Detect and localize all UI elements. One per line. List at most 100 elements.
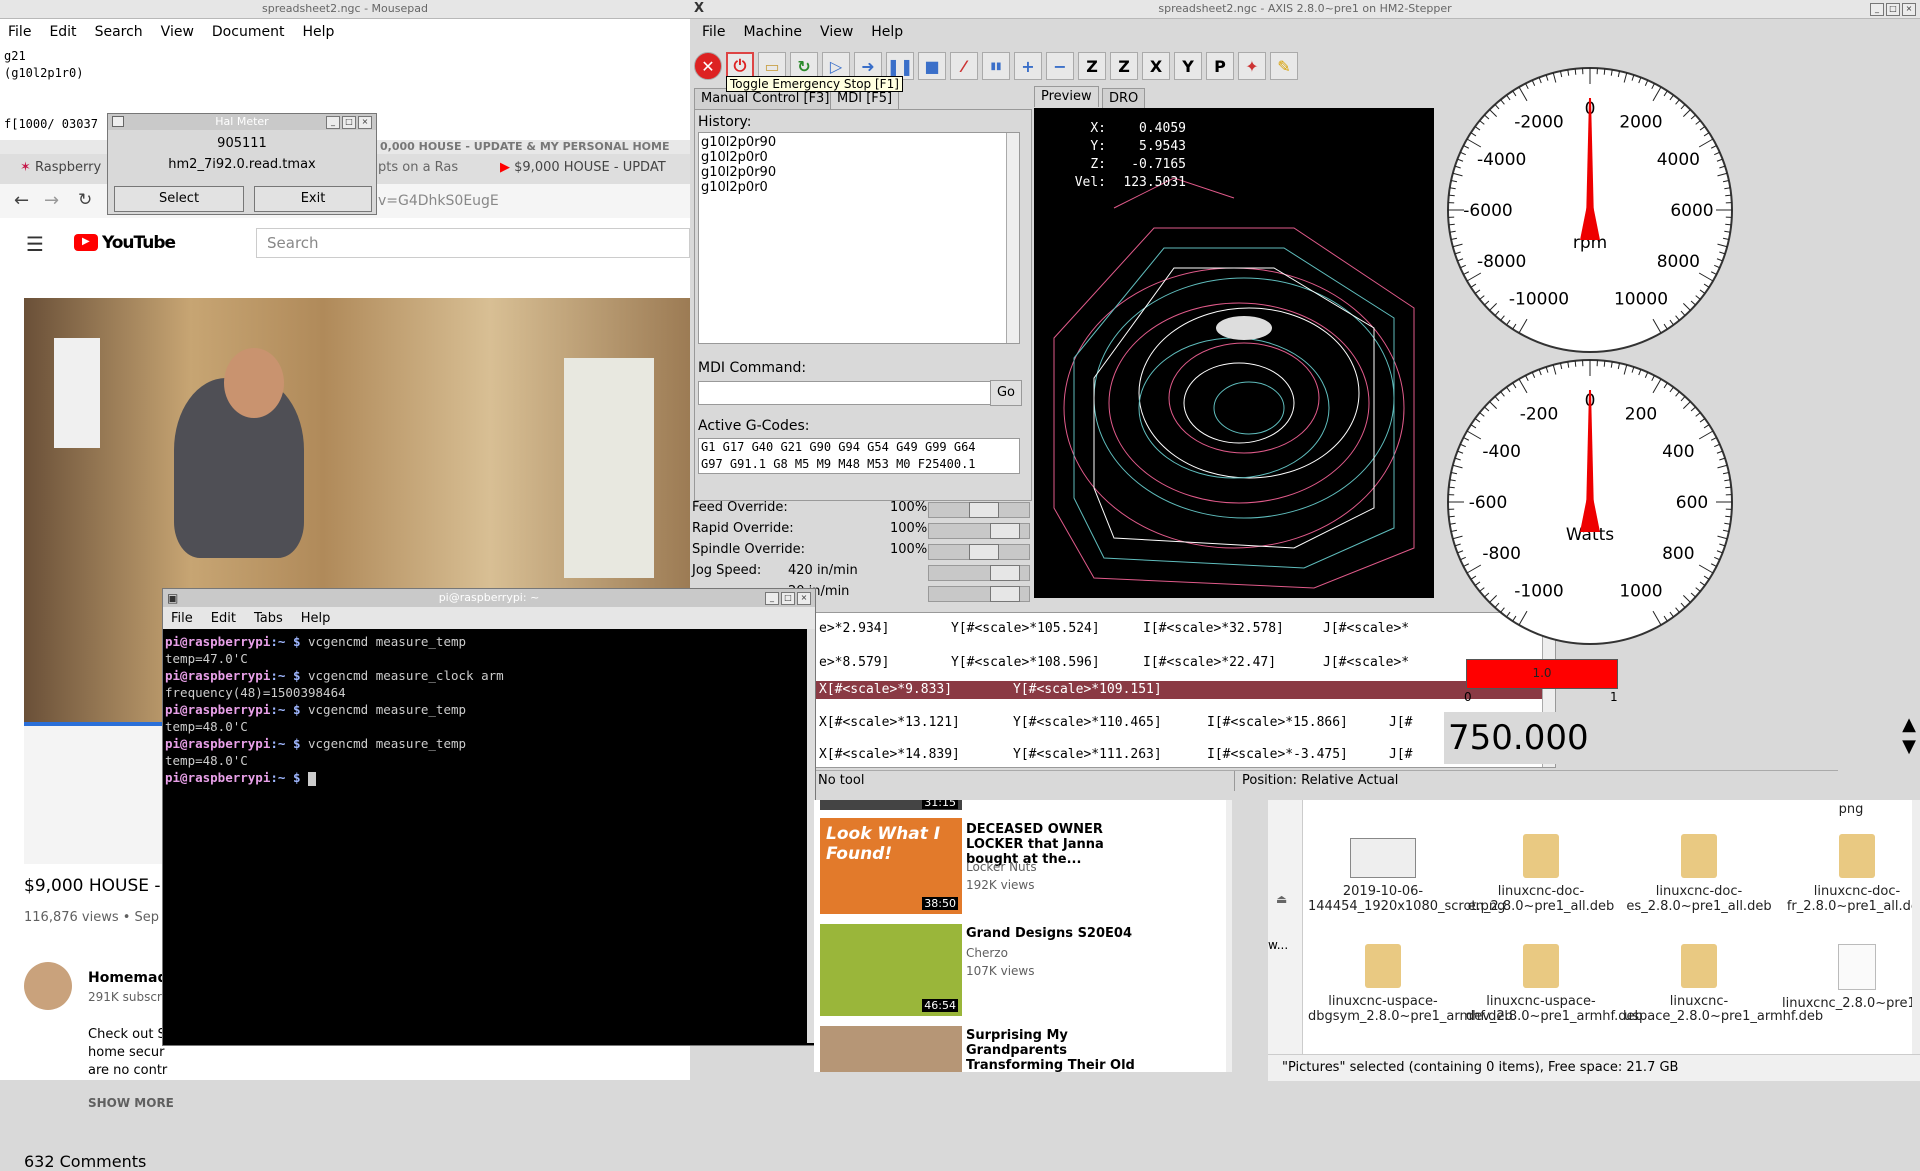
optional-stop-icon[interactable]: ▮▮ [982,52,1010,80]
file-item[interactable]: linuxcnc-doc-es_2.8.0~pre1_all.deb [1624,834,1774,914]
spindle-override-slider[interactable] [928,544,1030,560]
maximize-icon[interactable]: □ [342,116,356,129]
gcode-row[interactable]: X[#<scale>*13.121] Y[#<scale>*110.465] I… [815,709,1545,737]
file-item[interactable]: linuxcnc-uspace-dev_2.8.0~pre1_armhf.deb [1466,944,1616,1024]
close-icon[interactable]: × [797,592,811,605]
close-icon[interactable]: × [1902,3,1916,16]
menu-help[interactable]: Help [871,24,903,40]
forward-icon[interactable]: → [44,190,59,211]
rotate-icon[interactable]: ✦ [1238,52,1266,80]
estop-icon[interactable]: ✕ [694,52,722,80]
close-icon[interactable]: × [358,116,372,129]
history-scrollbar[interactable] [1006,133,1019,343]
slider-knob[interactable] [969,502,999,518]
tab-dro[interactable]: DRO [1102,88,1145,109]
menu-view[interactable]: View [820,24,853,40]
spin-down-icon[interactable]: ▼ [1902,736,1916,757]
list-item[interactable]: g10l2p0r0 [701,180,1017,195]
youtube-brand[interactable]: YouTube [102,233,175,253]
file-item[interactable]: linuxcnc-doc-en_2.8.0~pre1_all.deb [1466,834,1616,914]
stop-icon[interactable]: ■ [918,52,946,80]
show-more-button[interactable]: SHOW MORE [88,1096,174,1110]
axis-titlebar[interactable]: X spreadsheet2.ngc - AXIS 2.8.0~pre1 on … [690,0,1920,19]
menu-edit[interactable]: Edit [211,611,236,626]
block-delete-icon[interactable]: ⁄ [950,52,978,80]
menu-file[interactable]: File [702,24,725,40]
related-thumb[interactable] [820,1026,962,1072]
view-y-icon[interactable]: Y [1174,52,1202,80]
file-item[interactable]: linuxcnc-doc-fr_2.8.0~pre1_all.deb [1782,834,1920,914]
file-item[interactable]: linuxcnc-uspace_2.8.0~pre1_armhf.deb [1624,944,1774,1024]
menu-file[interactable]: File [171,611,193,626]
related-title[interactable]: Grand Designs S20E04 [966,926,1132,941]
eject-icon[interactable]: ⏏ [1276,892,1287,906]
gcode-row-current[interactable]: X[#<scale>*9.833] Y[#<scale>*109.151] [815,681,1545,699]
file-item[interactable]: linuxcnc-uspace-dbgsym_2.8.0~pre1_armhf.… [1308,944,1458,1024]
minimize-icon[interactable]: _ [765,592,779,605]
minimize-icon[interactable]: _ [326,116,340,129]
list-item[interactable]: g10l2p0r90 [701,165,1017,180]
menu-help[interactable]: Help [301,611,331,626]
related-scrollbar[interactable] [1226,800,1232,1072]
spinbox[interactable]: 750.000 ▲ ▼ [1444,712,1918,764]
angular-jog-slider[interactable] [928,586,1030,602]
menu-edit[interactable]: Edit [49,24,76,40]
zoom-in-icon[interactable]: + [1014,52,1042,80]
view-p-icon[interactable]: P [1206,52,1234,80]
slider-knob[interactable] [990,565,1020,581]
menu-help[interactable]: Help [302,24,334,40]
gcode-row[interactable]: e>*8.579] Y[#<scale>*108.596] I[#<scale>… [815,649,1545,677]
back-icon[interactable]: ← [14,190,29,211]
reload-icon[interactable]: ↻ [78,190,92,210]
mousepad-text[interactable]: g21 (g10l2p1r0) f[1000/ 03037 [4,48,98,133]
channel-avatar[interactable] [24,962,72,1010]
minimize-icon[interactable]: _ [1870,3,1884,16]
mdi-command-input[interactable] [698,381,992,405]
slider-knob[interactable] [969,544,999,560]
view-z2-icon[interactable]: Z [1110,52,1138,80]
gcode-row[interactable]: X[#<scale>*14.839] Y[#<scale>*111.263] I… [815,743,1545,765]
search-input[interactable]: Search [256,228,690,258]
jog-speed-slider[interactable] [928,565,1030,581]
view-x-icon[interactable]: X [1142,52,1170,80]
toolpath-preview[interactable]: X:0.4059 Y:5.9543 Z:-0.7165 Vel:123.5031 [1034,108,1434,598]
file-item[interactable]: 2019-10-06-144454_1920x1080_scrot.png [1308,838,1458,914]
related-thumb[interactable]: 46:54 [820,924,962,1016]
clear-plot-icon[interactable]: ✎ [1270,52,1298,80]
hamburger-icon[interactable]: ☰ [26,232,44,256]
tab-preview[interactable]: Preview [1034,86,1099,107]
list-item[interactable]: g10l2p0r0 [701,150,1017,165]
slider-knob[interactable] [990,586,1020,602]
tab-raspberry-2[interactable]: pts on a Ras [378,160,458,175]
go-button[interactable]: Go [990,380,1022,406]
menu-document[interactable]: Document [212,24,285,40]
exit-button[interactable]: Exit [254,186,372,212]
related-title[interactable]: Surprising My Grandparents Transforming … [966,1028,1166,1072]
menu-machine[interactable]: Machine [743,24,802,40]
terminal-output[interactable]: pi@raspberrypi:~ $ vcgencmd measure_temp… [163,629,815,790]
terminal-titlebar[interactable]: ▣ pi@raspberrypi: ~ _ □ × [163,589,815,607]
maximize-icon[interactable]: □ [1886,3,1900,16]
spin-up-icon[interactable]: ▲ [1902,714,1916,735]
zoom-out-icon[interactable]: − [1046,52,1074,80]
list-item[interactable]: g10l2p0r90 [701,135,1017,150]
maximize-icon[interactable]: □ [781,592,795,605]
file-item[interactable]: linuxcnc_2.8.0~pre1.dsc [1782,944,1920,1011]
url-field[interactable]: v=G4DhkS0EugE [378,193,499,209]
hal-meter-titlebar[interactable]: Hal Meter _ □ × [108,114,376,130]
mousepad-titlebar[interactable]: spreadsheet2.ngc - Mousepad [0,0,690,19]
menu-file[interactable]: File [8,24,31,40]
history-list[interactable]: g10l2p0r90 g10l2p0r0 g10l2p0r90 g10l2p0r… [698,132,1020,344]
tab-raspberry[interactable]: ✶ Raspberry [20,160,101,175]
rapid-override-slider[interactable] [928,523,1030,539]
file-scrollbar[interactable] [1912,800,1920,1062]
menu-view[interactable]: View [161,24,194,40]
select-button[interactable]: Select [114,186,244,212]
related-thumb[interactable]: Look What I Found! 38:50 [820,818,962,914]
slider-knob[interactable] [990,523,1020,539]
menu-search[interactable]: Search [95,24,143,40]
gcode-row[interactable]: e>*2.934] Y[#<scale>*105.524] I[#<scale>… [815,615,1545,643]
feed-override-slider[interactable] [928,502,1030,518]
view-z-icon[interactable]: Z [1078,52,1106,80]
menu-tabs[interactable]: Tabs [254,611,283,626]
